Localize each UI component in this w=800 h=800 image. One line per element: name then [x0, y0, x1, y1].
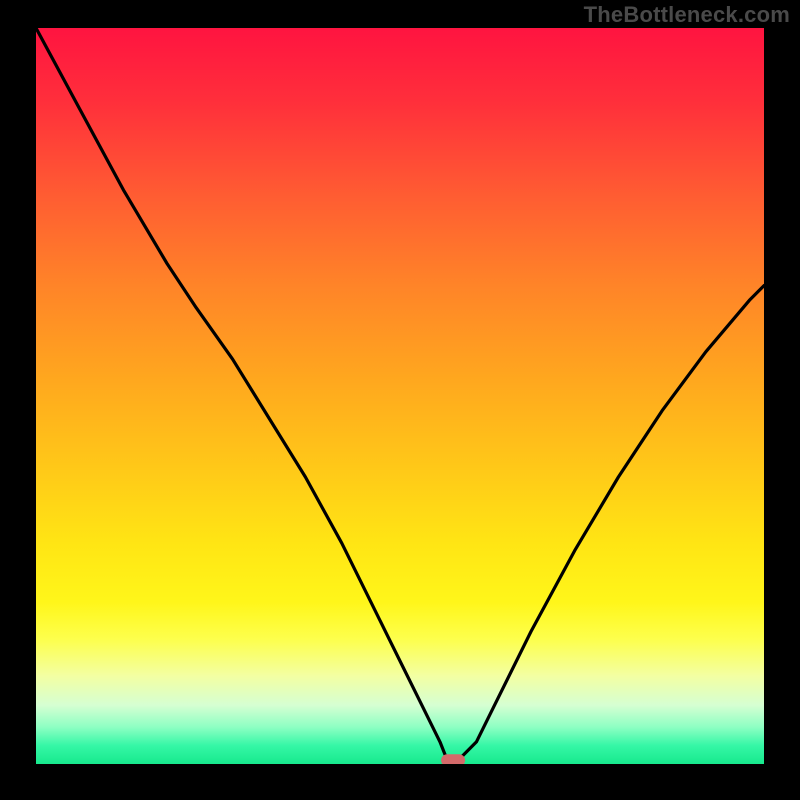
watermark-text: TheBottleneck.com — [584, 2, 790, 28]
plot-area — [36, 28, 764, 764]
bottleneck-curve-path — [36, 28, 764, 760]
curve-layer — [36, 28, 764, 764]
min-marker — [441, 754, 465, 764]
chart-frame: TheBottleneck.com — [0, 0, 800, 800]
